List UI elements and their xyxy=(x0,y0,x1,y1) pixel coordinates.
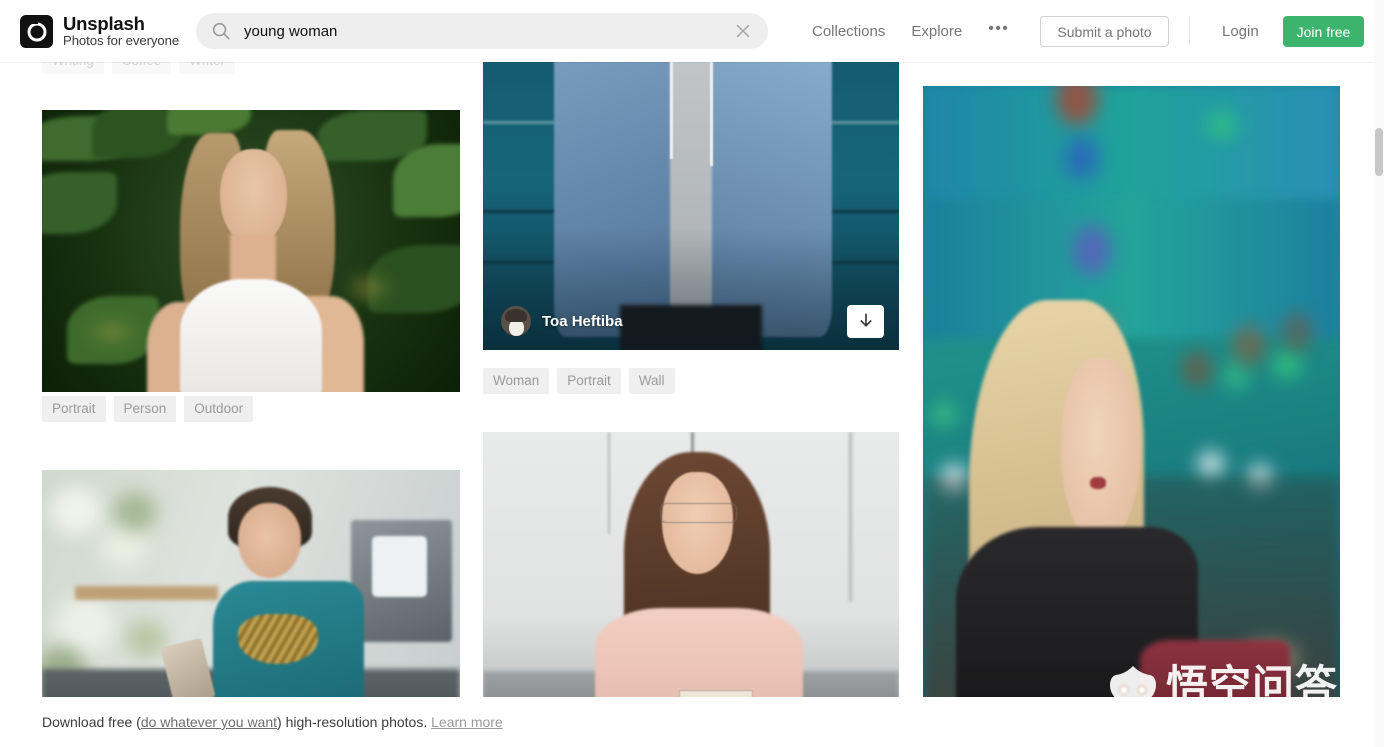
login-link[interactable]: Login xyxy=(1222,23,1259,40)
download-button[interactable] xyxy=(847,305,884,338)
search-input[interactable] xyxy=(244,22,732,40)
banner-prefix: Download free ( xyxy=(42,714,141,730)
avatar[interactable] xyxy=(501,306,531,336)
photo-grid: Writing Coffee Writer xyxy=(0,0,1384,747)
search-icon xyxy=(212,22,230,40)
tag-portrait[interactable]: Portrait xyxy=(42,396,106,422)
scrollbar-thumb[interactable] xyxy=(1375,128,1383,176)
banner-text: Download free (do whatever you want) hig… xyxy=(42,714,503,730)
photo-card-denim-jacket[interactable]: Toa Heftiba xyxy=(483,32,899,350)
site-header: Unsplash Photos for everyone Collections xyxy=(0,0,1384,62)
unsplash-search-page: Writing Coffee Writer xyxy=(0,0,1384,747)
tag-wall[interactable]: Wall xyxy=(628,368,675,394)
tag-portrait[interactable]: Portrait xyxy=(557,368,621,394)
tag-list: Portrait Person Outdoor xyxy=(42,396,460,422)
camera-icon[interactable] xyxy=(20,14,53,48)
brand-title: Unsplash xyxy=(63,12,145,34)
brand-logo-group[interactable]: Unsplash Photos for everyone xyxy=(20,12,180,48)
download-arrow-icon xyxy=(859,313,872,327)
photo-attribution[interactable]: Toa Heftiba xyxy=(501,306,623,336)
author-name[interactable]: Toa Heftiba xyxy=(542,313,623,330)
do-whatever-link[interactable]: do whatever you want xyxy=(141,714,277,730)
nav-collections[interactable]: Collections xyxy=(812,23,885,40)
photo-tags-blonde-foliage: Portrait Person Outdoor xyxy=(42,396,460,426)
learn-more-link[interactable]: Learn more xyxy=(431,714,503,730)
banner-middle: ) high-resolution photos. xyxy=(277,714,432,730)
tag-woman[interactable]: Woman xyxy=(483,368,550,394)
download-banner: Download free (do whatever you want) hig… xyxy=(0,697,1384,747)
brand-tagline: Photos for everyone xyxy=(63,32,180,48)
submit-photo-button[interactable]: Submit a photo xyxy=(1040,16,1169,47)
photo-image-glasses-smile[interactable] xyxy=(483,432,899,716)
tag-person[interactable]: Person xyxy=(113,396,177,422)
photo-image-denim-jacket[interactable]: Toa Heftiba xyxy=(483,32,899,350)
clear-search-icon[interactable] xyxy=(732,20,754,42)
tag-outdoor[interactable]: Outdoor xyxy=(184,396,254,422)
tag-list: Woman Portrait Wall xyxy=(483,368,899,394)
join-free-button[interactable]: Join free xyxy=(1283,16,1364,47)
nav-explore[interactable]: Explore xyxy=(911,23,962,40)
photo-tags-denim-jacket: Woman Portrait Wall xyxy=(483,368,899,398)
scrollbar-track[interactable] xyxy=(1374,0,1384,747)
primary-nav: Collections Explore ••• xyxy=(812,0,1009,62)
header-divider-line xyxy=(0,62,1384,63)
photo-image-blonde-foliage[interactable] xyxy=(42,110,460,392)
more-menu-icon[interactable]: ••• xyxy=(988,20,1009,39)
photo-card-blonde-foliage[interactable] xyxy=(42,110,460,392)
photo-card-blonde-lights[interactable] xyxy=(923,86,1340,716)
photo-image-blonde-lights[interactable] xyxy=(923,86,1340,716)
search-bar[interactable] xyxy=(196,13,768,49)
header-vertical-divider xyxy=(1189,16,1190,46)
photo-card-glasses-smile[interactable] xyxy=(483,432,899,716)
